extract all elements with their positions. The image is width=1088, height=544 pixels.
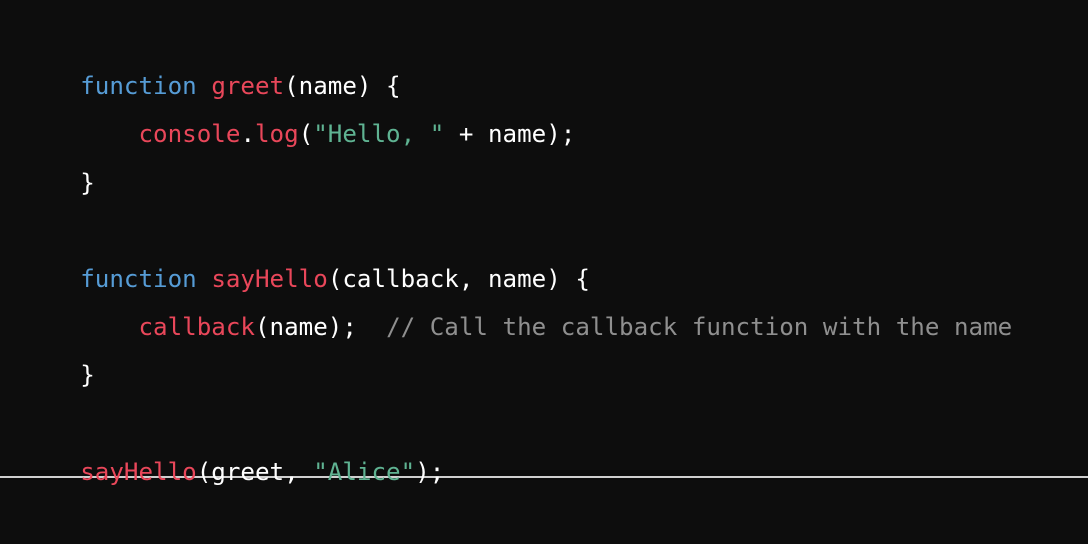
function-name-token: greet [211, 72, 285, 101]
plain-token: } [80, 361, 95, 390]
comment-token: // Call the callback function with the n… [386, 313, 1013, 342]
function-name-token: callback [138, 313, 256, 342]
string-token: "Alice" [313, 457, 416, 486]
plain-token: . [240, 120, 255, 149]
plain-token: (name); [255, 313, 387, 342]
plain-token: (callback, name) { [327, 264, 590, 293]
plain-token: ); [415, 457, 445, 486]
function-name-token: sayHello [80, 457, 197, 486]
plain-token: ( [298, 120, 314, 149]
string-token: "Hello, " [313, 120, 445, 149]
plain-token: + name); [444, 120, 576, 149]
keyword-token: function [80, 72, 197, 101]
code-line: function sayHello(callback, name) { [22, 207, 1088, 293]
function-name-token: log [255, 120, 299, 149]
code-block: function greet(name) { console.log("Hell… [0, 0, 1088, 486]
indent-token [80, 313, 138, 341]
keyword-token: function [80, 264, 197, 293]
function-name-token: console [138, 120, 241, 149]
plain-token: (name) { [284, 72, 401, 101]
plain-token: (greet, [196, 457, 314, 486]
code-line: sayHello(greet, "Alice"); [22, 400, 1088, 486]
code-line: function greet(name) { [22, 14, 1088, 100]
plain-token: } [80, 168, 95, 197]
function-name-token: sayHello [211, 264, 328, 293]
indent-token [80, 120, 138, 148]
